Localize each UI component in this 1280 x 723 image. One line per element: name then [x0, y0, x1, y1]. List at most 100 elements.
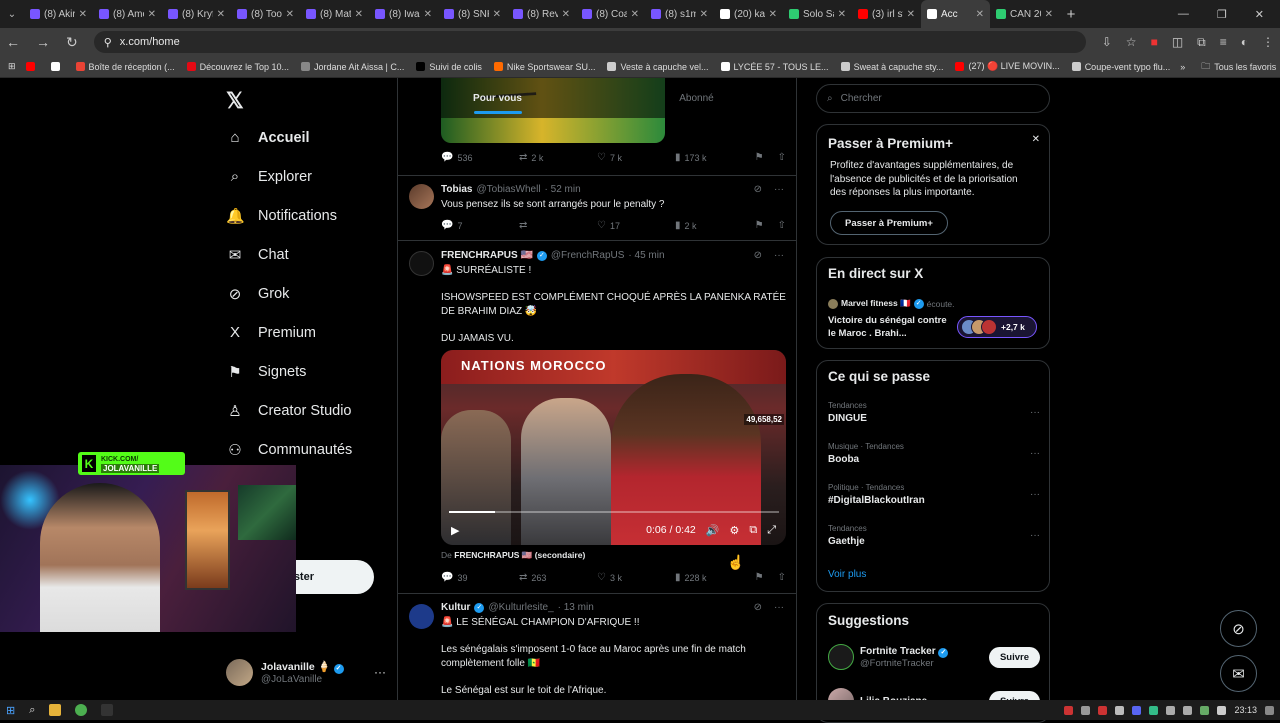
fullscreen-icon[interactable]: ⤢ [767, 524, 776, 537]
bookmark-item[interactable]: Découvrez le Top 10... [186, 61, 289, 72]
bookmark-icon[interactable]: ⚑ [755, 152, 764, 163]
browser-tab[interactable]: (8) Amo ✕ [93, 0, 162, 28]
trend-item[interactable]: Tendances DINGUE ··· [828, 401, 1040, 424]
bookmark-item[interactable]: Sweat à capuche sty... [840, 61, 943, 72]
author-name[interactable]: Tobias [441, 184, 472, 195]
settings-icon[interactable]: ⚙ [729, 524, 739, 537]
views-button[interactable]: ▮ 228 k [675, 572, 753, 583]
close-tab-icon[interactable]: ✕ [562, 9, 570, 20]
avatar[interactable] [409, 251, 434, 276]
like-button[interactable]: ♡ 7 k [597, 152, 675, 163]
volume-icon[interactable]: 🔊 [706, 524, 720, 537]
browser-tab[interactable]: CAN 20 ✕ [990, 0, 1059, 28]
new-tab-button[interactable]: + [1059, 6, 1083, 23]
tray-icon[interactable] [1098, 705, 1108, 715]
clock[interactable]: 23:13 [1234, 705, 1257, 715]
author-name[interactable]: FRENCHRAPUS 🇺🇸 [441, 250, 533, 261]
close-tab-icon[interactable]: ✕ [493, 9, 501, 20]
pip-icon[interactable]: ⧉ [749, 524, 757, 537]
browser-tab[interactable]: (8) Coa ✕ [576, 0, 645, 28]
repost-button[interactable]: ⇄ [519, 220, 597, 231]
close-tab-icon[interactable]: ✕ [1045, 9, 1053, 20]
bookmark-item[interactable]: Coupe-vent typo flu... [1071, 61, 1170, 72]
more-icon[interactable]: ··· [1030, 448, 1040, 459]
video-player[interactable]: NATIONS MOROCCO 49,658,52 ▶ 0:06 / 0:42 … [441, 350, 786, 545]
site-info-icon[interactable]: ⚲ [104, 36, 112, 49]
sidebar-item-grok[interactable]: ⊘ Grok [226, 285, 290, 303]
browser-tab[interactable]: (8) Kryfi ✕ [162, 0, 231, 28]
close-tab-icon[interactable]: ✕ [838, 9, 846, 20]
apps-grid-icon[interactable]: ⊞ [8, 61, 16, 72]
bookmark-star-icon[interactable]: ☆ [1126, 35, 1137, 50]
video-progress-bar[interactable] [449, 511, 779, 513]
minimize-icon[interactable]: — [1178, 8, 1189, 21]
bookmark-item[interactable] [50, 61, 64, 72]
bookmark-item[interactable]: Jordane Ait Aissa | C... [301, 61, 404, 72]
search-input[interactable]: ⌕ Chercher [816, 84, 1050, 113]
bookmark-item[interactable]: Veste à capuche vel... [607, 61, 709, 72]
account-switcher[interactable]: Jolavanille 🍦 ✓ @JoLaVanille ··· [226, 654, 386, 690]
sidebar-item-creator-studio[interactable]: ♙ Creator Studio [226, 402, 351, 420]
live-host[interactable]: Marvel fitness 🇫🇷 ✓ écoute. [828, 298, 955, 309]
author-name[interactable]: Kultur [441, 602, 470, 613]
sidebar-item-accueil[interactable]: ⌂ Accueil [226, 129, 309, 146]
tweet[interactable]: Tobias @TobiasWhell · 52 min ⊘ ··· Vous p… [398, 175, 796, 239]
more-icon[interactable]: ··· [774, 602, 784, 613]
bookmark-item[interactable]: Boîte de réception (... [75, 61, 175, 72]
messages-fab-icon[interactable]: ✉ [1220, 655, 1257, 692]
share-icon[interactable]: ⇧ [778, 572, 786, 583]
more-icon[interactable]: ··· [374, 665, 386, 679]
close-tab-icon[interactable]: ✕ [286, 9, 294, 20]
grok-fab-icon[interactable]: ⊘ [1220, 610, 1257, 647]
sidebar-item-premium[interactable]: X Premium [226, 324, 316, 341]
tray-icon[interactable] [1166, 705, 1176, 715]
browser-tab[interactable]: (8) SNK ✕ [438, 0, 507, 28]
close-icon[interactable]: ✕ [1032, 134, 1040, 145]
bookmark-item[interactable]: Nike Sportswear SU... [493, 61, 595, 72]
extension-icon[interactable]: ■ [1151, 35, 1158, 50]
bookmark-item[interactable]: (27) 🔴 LIVE MOVIN... [955, 61, 1060, 72]
forward-icon[interactable]: → [36, 34, 50, 50]
file-explorer-icon[interactable] [49, 704, 62, 716]
play-icon[interactable]: ▶ [451, 524, 459, 537]
more-icon[interactable]: ··· [1030, 530, 1040, 541]
bookmark-item[interactable]: LYCÉE 57 - TOUS LE... [720, 61, 829, 72]
bookmark-icon[interactable]: ⚑ [755, 572, 764, 583]
sidebar-item-notifications[interactable]: 🔔 Notifications [226, 207, 337, 225]
sidebar-item-communaut-s[interactable]: ⚇ Communautés [226, 441, 352, 459]
share-icon[interactable]: ⇧ [778, 152, 786, 163]
like-button[interactable]: ♡ 17 [597, 220, 675, 231]
reading-list-icon[interactable]: ≡ [1220, 35, 1227, 50]
tray-icon[interactable] [1115, 705, 1125, 715]
more-icon[interactable]: ··· [774, 250, 784, 261]
tab-abonne[interactable]: Abonné [597, 78, 796, 118]
search-icon[interactable]: ⌕ [29, 704, 35, 717]
trend-item[interactable]: Politique · Tendances #DigitalBlackoutIra… [828, 483, 1040, 506]
notification-icon[interactable] [1265, 705, 1274, 715]
views-button[interactable]: ▮ 173 k [675, 152, 753, 163]
bookmark-item[interactable]: Suivi de colis [416, 61, 482, 72]
sidebar-item-signets[interactable]: ⚑ Signets [226, 363, 306, 381]
close-tab-icon[interactable]: ✕ [424, 9, 432, 20]
repost-button[interactable]: ⇄ 2 k [519, 152, 597, 163]
close-tab-icon[interactable]: ✕ [217, 9, 225, 20]
tray-icon[interactable] [1081, 705, 1091, 715]
grok-icon[interactable]: ⊘ [754, 184, 762, 195]
suggestion-item[interactable]: Fortnite Tracker ✓ @FortniteTracker Suiv… [828, 644, 1040, 670]
restore-icon[interactable]: ❐ [1217, 8, 1227, 21]
all-bookmarks-folder[interactable]: 🗀 Tous les favoris [1201, 59, 1276, 75]
close-tab-icon[interactable]: ✕ [769, 9, 777, 20]
browser-tab[interactable]: (3) irl st ✕ [852, 0, 921, 28]
reply-button[interactable]: 💬 536 [441, 152, 519, 163]
tweet[interactable]: Kultur ✓ @Kulturlesite_ · 13 min ⊘ ··· 🚨 … [398, 593, 796, 700]
browser-tab[interactable]: (8) Tools ✕ [231, 0, 300, 28]
tray-icon[interactable] [1132, 705, 1142, 715]
more-icon[interactable]: ··· [1030, 489, 1040, 500]
browser-menu-icon[interactable]: ⋮ [1262, 35, 1274, 50]
avatar[interactable] [409, 184, 434, 209]
tab-search-icon[interactable]: ⌄ [0, 0, 24, 28]
close-tab-icon[interactable]: ✕ [700, 9, 708, 20]
close-tab-icon[interactable]: ✕ [907, 9, 915, 20]
tray-icon[interactable] [1217, 705, 1227, 715]
back-icon[interactable]: ← [6, 34, 20, 50]
